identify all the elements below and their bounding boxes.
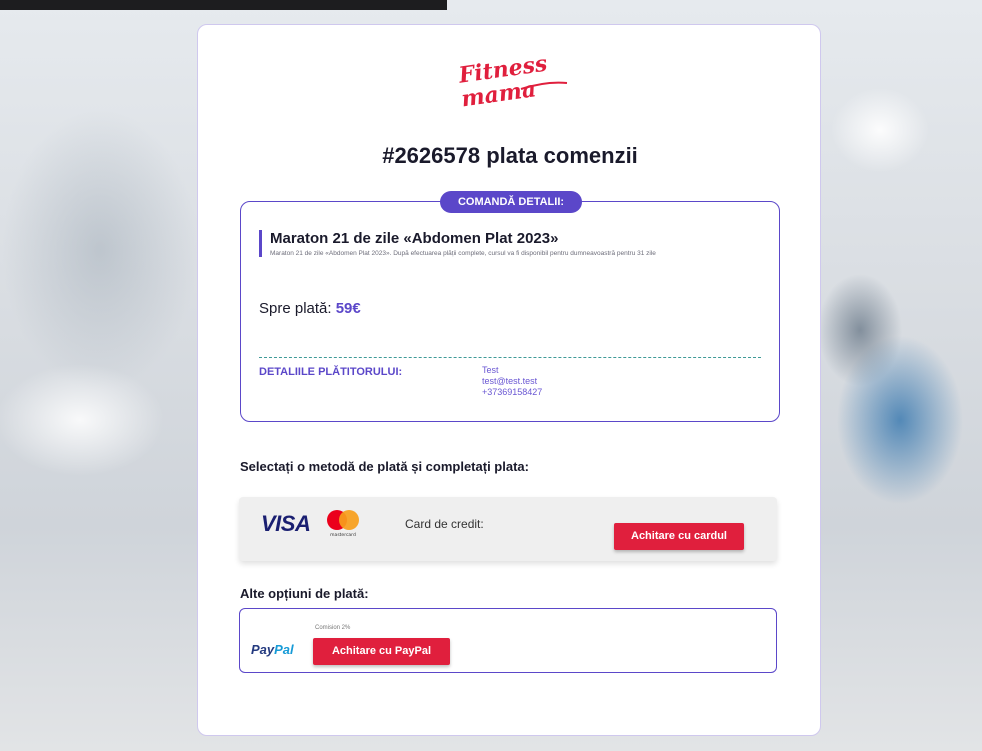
payer-details-label: DETALIILE PLĂTITORULUI: xyxy=(259,366,403,378)
mastercard-wordmark: mastercard xyxy=(330,532,356,538)
product-description: Maraton 21 de zile «Abdomen Plat 2023». … xyxy=(270,250,656,257)
pay-paypal-button[interactable]: Achitare cu PayPal xyxy=(313,638,450,665)
order-details-box: COMANDĂ DETALII: Maraton 21 de zile «Abd… xyxy=(240,191,780,422)
mastercard-icon: mastercard xyxy=(327,510,359,538)
amount-label: Spre plată: xyxy=(259,300,332,317)
page-title: #2626578 plata comenzii xyxy=(382,143,638,168)
product-block: Maraton 21 de zile «Abdomen Plat 2023» M… xyxy=(259,230,769,257)
card-payment-option: VISA mastercard Card de credit: Achitare… xyxy=(239,497,777,561)
alt-options-title: Alte opțiuni de plată: xyxy=(240,586,369,601)
card-label: Card de credit: xyxy=(405,517,484,531)
paypal-logo-pay: Pay xyxy=(251,642,275,657)
payer-phone: +37369158427 xyxy=(482,387,543,397)
dashed-divider xyxy=(259,357,761,358)
visa-logo: VISA xyxy=(261,511,311,536)
paypal-logo: PayPal xyxy=(251,642,294,657)
paypal-logo-pal: Pal xyxy=(274,642,294,657)
payment-card: Fitness mama #2626578 plata comenzii COM… xyxy=(197,24,821,736)
amount-value: 59€ xyxy=(335,300,361,317)
amount-due: Spre plată: 59€ xyxy=(259,300,361,317)
order-details-badge: COMANDĂ DETALII: xyxy=(440,191,582,213)
payer-name: Test xyxy=(482,365,499,375)
payer-email: test@test.test xyxy=(482,376,538,386)
top-bar xyxy=(0,0,447,10)
pay-card-button[interactable]: Achitare cu cardul xyxy=(614,523,744,550)
product-name: Maraton 21 de zile «Abdomen Plat 2023» xyxy=(270,230,559,247)
paypal-commission: Comision 2% xyxy=(315,625,351,631)
select-method-title: Selectați o metodă de plată și completaț… xyxy=(240,459,529,474)
paypal-payment-option: PayPal Comision 2% Achitare cu PayPal xyxy=(239,608,777,673)
fitness-mama-logo: Fitness mama xyxy=(456,53,568,109)
payer-info: Test test@test.test +37369158427 xyxy=(482,365,542,398)
